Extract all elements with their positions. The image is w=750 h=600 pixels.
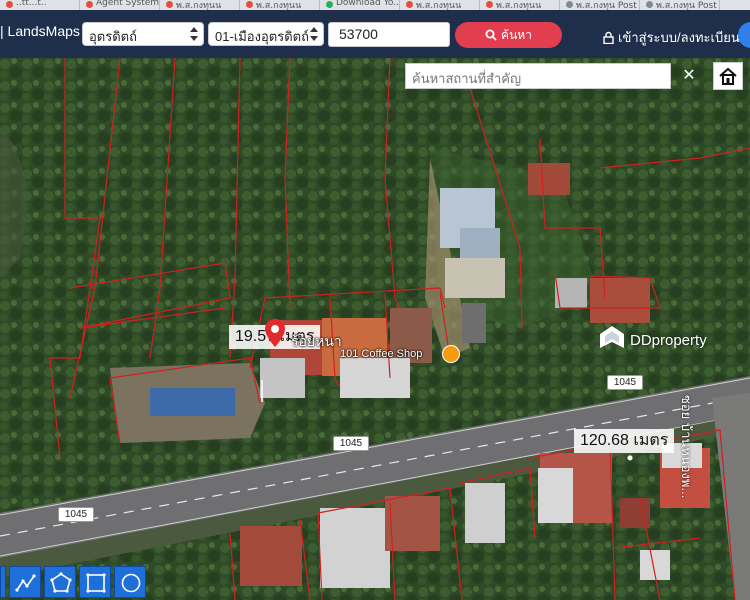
browser-tab[interactable]: Agent System — [80, 0, 160, 10]
side-road-label: ซอย บ้านหนองพ... — [679, 395, 694, 499]
coffee-icon[interactable] — [442, 345, 460, 363]
shop-label: ร้อยหนา — [291, 333, 342, 349]
watermark-text: DDproperty — [630, 332, 707, 349]
search-button-label: ค้นหา — [501, 28, 532, 42]
draw-toolbar — [0, 566, 146, 600]
postal-code-input[interactable]: 53700 — [328, 22, 450, 47]
browser-tab[interactable]: พ.ส.กงทุนน — [160, 0, 240, 10]
province-select[interactable]: อุตรดิตถ์ — [82, 22, 204, 46]
brand-logo-text[interactable]: | LandsMaps — [0, 23, 80, 39]
browser-tab[interactable]: พ.ส.กงทุนน — [480, 0, 560, 10]
district-select[interactable]: 01-เมืองอุตรดิตถ์ — [208, 22, 324, 46]
select-arrows-icon — [310, 27, 319, 41]
lock-icon — [603, 31, 614, 45]
coffee-shop-label: 101 Coffee Shop — [340, 348, 423, 360]
gray-dot-icon — [566, 1, 573, 8]
satellite-map[interactable]: ค้นหาสถานที่สำคัญ ✕ 19.57 เมตร ร้อยหนา 1… — [0, 58, 750, 600]
province-value: อุตรดิตถ์ — [89, 29, 137, 44]
red-dot-icon — [246, 1, 253, 8]
login-label: เข้าสู่ระบบ/ลงทะเบียน — [618, 30, 740, 45]
road-number-badge: 1045 — [607, 375, 643, 390]
polygon-tool-button[interactable] — [44, 566, 76, 598]
rectangle-tool-button[interactable] — [79, 566, 111, 598]
browser-tab-strip: ..tt...t.. Agent System พ.ส.กงทุนน พ.ส.ก… — [0, 0, 750, 10]
browser-tab[interactable]: พ.ส.กงทุนน — [240, 0, 320, 10]
search-icon — [485, 29, 497, 41]
red-dot-icon — [86, 1, 93, 8]
circle-tool-button[interactable] — [114, 566, 146, 598]
search-button[interactable]: ค้นหา — [455, 22, 562, 48]
district-value: 01-เมืองอุตรดิตถ์ — [215, 29, 309, 44]
browser-tab[interactable]: พ.ส.กงทุนน — [400, 0, 480, 10]
browser-tab[interactable]: Download Yo.. — [320, 0, 400, 10]
green-dot-icon — [326, 1, 333, 8]
measurement-label: 120.68 เมตร — [574, 429, 675, 453]
browser-tab[interactable]: พ.ส.กงทุน Post — [560, 0, 640, 10]
select-arrows-icon — [190, 27, 199, 41]
red-dot-icon — [6, 1, 13, 8]
ddproperty-logo-icon — [600, 326, 624, 348]
app-header: | LandsMaps อุตรดิตถ์ 01-เมืองอุตรดิตถ์ … — [0, 10, 750, 58]
road-number-badge: 1045 — [58, 507, 94, 522]
tool-button-partial[interactable] — [0, 566, 6, 598]
road-number-badge: 1045 — [333, 436, 369, 451]
rectangle-icon — [86, 573, 106, 593]
polyline-tool-button[interactable] — [9, 566, 41, 598]
map-pin-icon[interactable] — [264, 318, 286, 348]
browser-tab[interactable]: พ.ส.กงทุน Post — [640, 0, 720, 10]
home-icon — [719, 67, 737, 85]
circle-icon — [121, 573, 141, 593]
watermark: DDproperty — [598, 324, 707, 352]
browser-tab[interactable]: ..tt...t.. — [0, 0, 80, 10]
gray-dot-icon — [646, 1, 653, 8]
close-icon[interactable]: ✕ — [676, 63, 702, 89]
red-dot-icon — [406, 1, 413, 8]
polyline-icon — [15, 574, 36, 592]
place-search-input[interactable]: ค้นหาสถานที่สำคัญ — [405, 63, 671, 89]
home-button[interactable] — [713, 62, 743, 90]
red-dot-icon — [166, 1, 173, 8]
red-dot-icon — [486, 1, 493, 8]
polygon-icon — [50, 572, 72, 593]
login-link[interactable]: เข้าสู่ระบบ/ลงทะเบียน — [603, 27, 740, 48]
